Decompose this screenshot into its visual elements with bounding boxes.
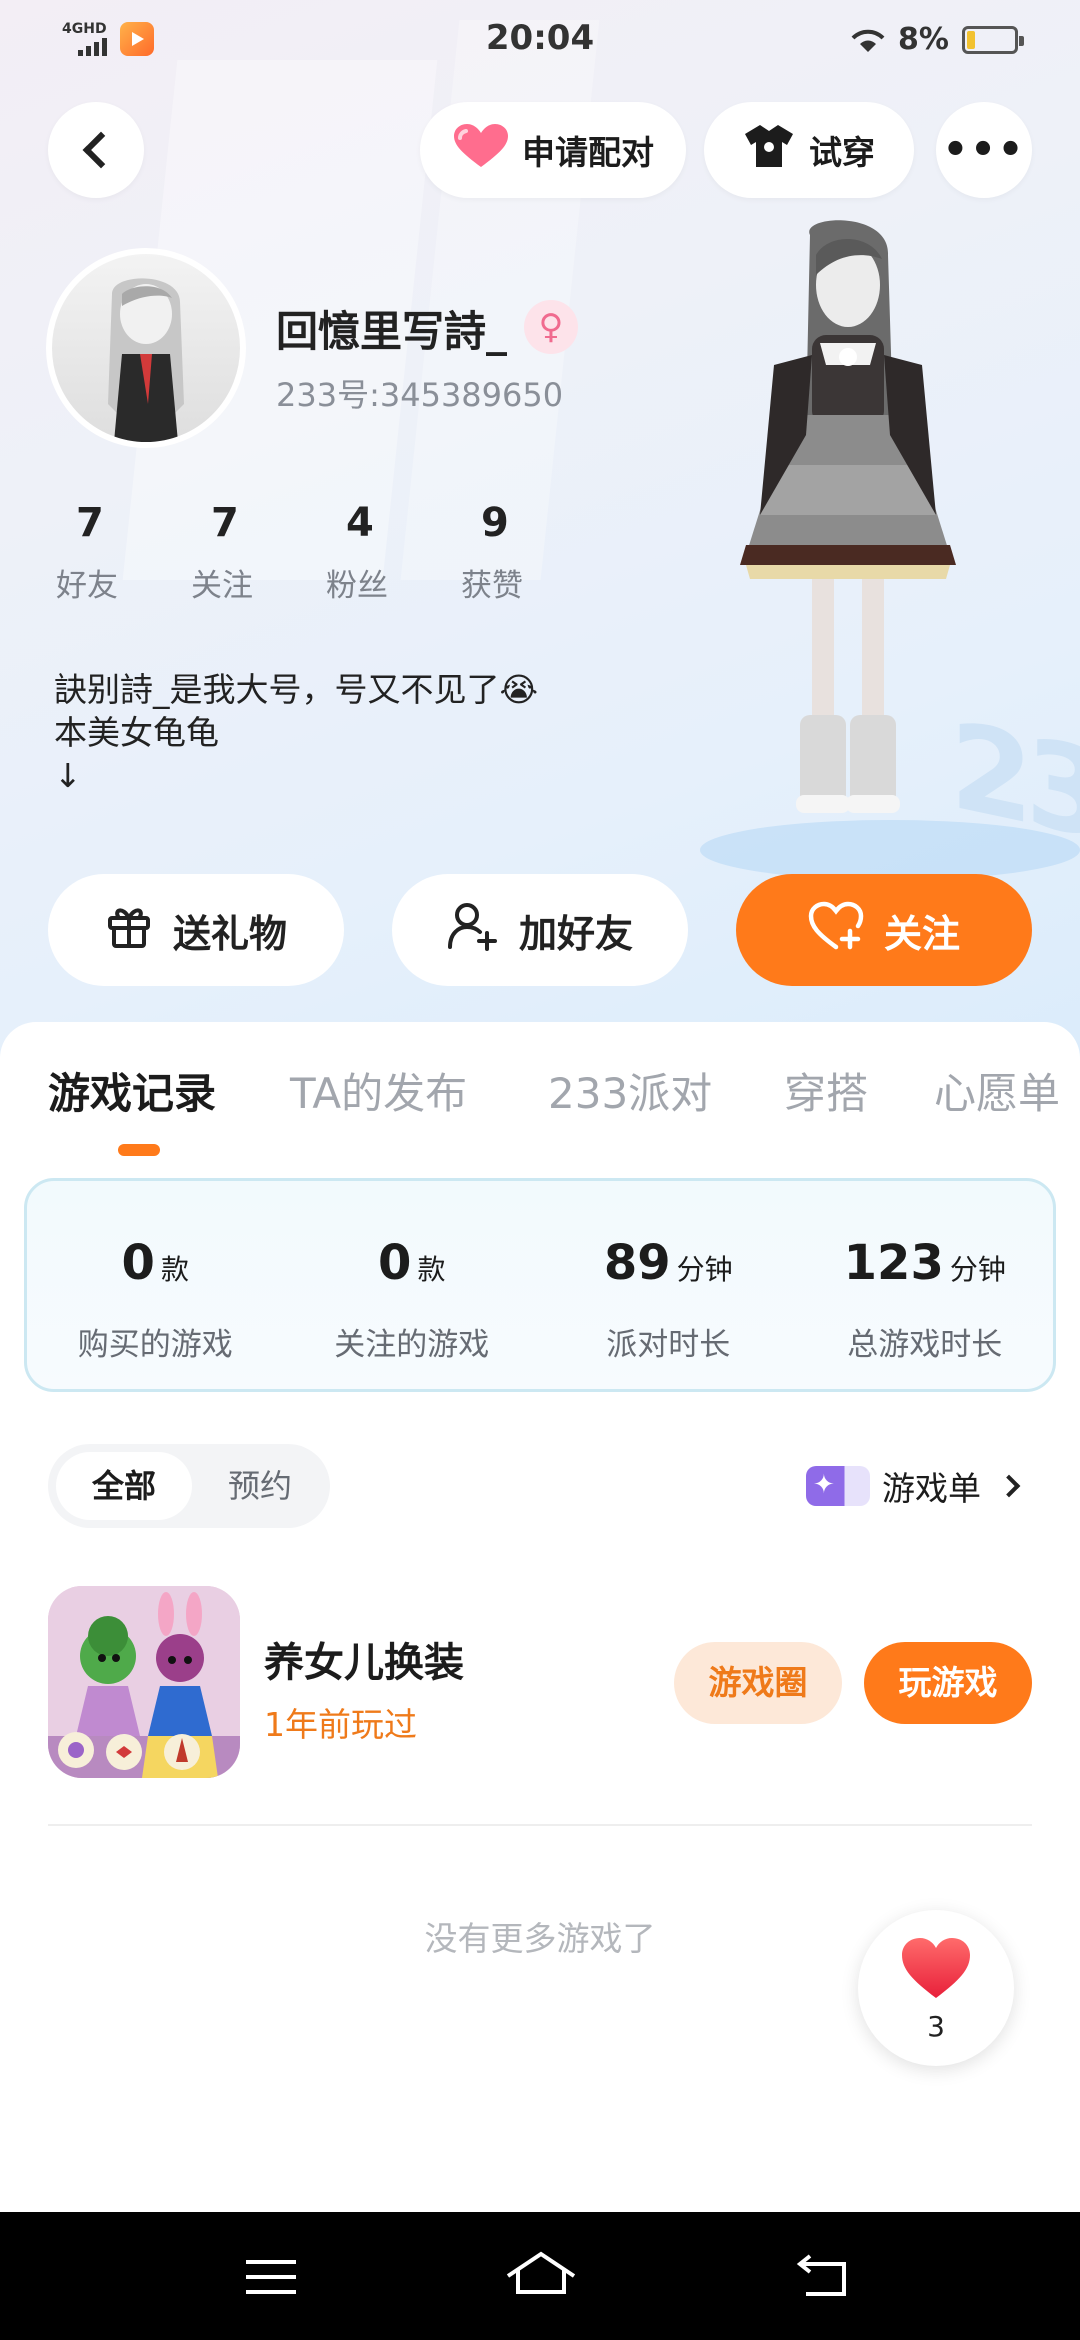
tab-posts[interactable]: TA的发布 bbox=[290, 1060, 467, 1121]
stat-label: 关注的游戏 bbox=[334, 1327, 490, 1363]
tab-party[interactable]: 233派对 bbox=[548, 1060, 712, 1121]
status-bar: 4GHD 20:04 8% bbox=[0, 0, 1080, 84]
stat-friends[interactable]: 7 好友 bbox=[40, 500, 175, 605]
stat-party-duration[interactable]: 89 分钟 派对时长 bbox=[540, 1181, 797, 1389]
user-id: 233号:345389650 bbox=[276, 376, 564, 414]
list-item[interactable]: 养女儿换装 1年前玩过 游戏圈 玩游戏 bbox=[48, 1586, 1032, 1778]
sparkle-icon bbox=[806, 1466, 870, 1506]
stat-label: 购买的游戏 bbox=[77, 1327, 233, 1363]
profile-bio: 訣别詩_是我大号，号又不见了😭 本美女龟龟 ↓ bbox=[54, 670, 539, 795]
filter-all[interactable]: 全部 bbox=[56, 1452, 192, 1520]
send-gift-button[interactable]: 送礼物 bbox=[48, 874, 344, 986]
return-icon[interactable] bbox=[794, 2252, 854, 2304]
stat-label: 获赞 bbox=[461, 568, 523, 604]
pair-request-label: 申请配对 bbox=[522, 133, 654, 172]
stat-label: 好友 bbox=[56, 568, 118, 604]
game-thumbnail bbox=[48, 1586, 240, 1778]
stat-unit: 分钟 bbox=[676, 1253, 733, 1286]
back-button[interactable] bbox=[48, 102, 144, 198]
stat-label: 关注 bbox=[191, 568, 253, 604]
stat-value: 123 bbox=[843, 1235, 944, 1291]
stat-value: 7 bbox=[211, 500, 239, 546]
tab-wishlist[interactable]: 心愿单 bbox=[934, 1060, 1060, 1121]
shirt-icon bbox=[743, 123, 795, 177]
system-navigation-bar bbox=[0, 2212, 1080, 2340]
stat-unit: 款 bbox=[417, 1253, 446, 1286]
avatar[interactable] bbox=[46, 248, 246, 448]
stat-likes[interactable]: 9 获赞 bbox=[445, 500, 580, 605]
stat-label: 总游戏时长 bbox=[847, 1327, 1003, 1363]
menu-icon[interactable] bbox=[246, 2260, 296, 2294]
add-friend-label: 加好友 bbox=[518, 911, 633, 956]
chevron-right-icon bbox=[997, 1474, 1021, 1498]
filter-reserved[interactable]: 预约 bbox=[198, 1452, 322, 1520]
more-icon: ••• bbox=[942, 127, 1026, 173]
stat-value: 89 bbox=[603, 1235, 671, 1291]
home-icon[interactable] bbox=[504, 2250, 578, 2308]
try-on-button[interactable]: 试穿 bbox=[704, 102, 914, 198]
heart-plus-icon bbox=[808, 901, 864, 960]
stat-unit: 款 bbox=[160, 1253, 189, 1286]
stat-value: 9 bbox=[481, 500, 509, 546]
battery-icon bbox=[962, 26, 1024, 54]
stat-value: 4 bbox=[346, 500, 374, 546]
stat-followed-games[interactable]: 0款 关注的游戏 bbox=[284, 1181, 541, 1389]
send-gift-label: 送礼物 bbox=[172, 911, 287, 956]
follow-button[interactable]: 关注 bbox=[736, 874, 1032, 986]
nickname: 回憶里写詩_ bbox=[276, 307, 508, 356]
profile-tabs: 游戏记录 TA的发布 233派对 穿搭 心愿单 bbox=[0, 1060, 1080, 1140]
heart-icon bbox=[900, 1936, 972, 2004]
avatar-character-figure[interactable] bbox=[700, 215, 1000, 835]
battery-percent: 8% bbox=[898, 22, 949, 57]
stat-value: 7 bbox=[76, 500, 104, 546]
tab-outfits[interactable]: 穿搭 bbox=[784, 1060, 868, 1121]
stat-label: 派对时长 bbox=[606, 1327, 731, 1363]
gift-icon bbox=[105, 902, 153, 959]
game-filter-toggle: 全部 预约 bbox=[48, 1444, 330, 1528]
like-count: 3 bbox=[927, 2010, 945, 2043]
pair-request-button[interactable]: 申请配对 bbox=[420, 102, 686, 198]
add-friend-button[interactable]: 加好友 bbox=[392, 874, 688, 986]
stat-total-play-time[interactable]: 123 分钟 总游戏时长 bbox=[797, 1181, 1054, 1389]
follow-label: 关注 bbox=[883, 911, 960, 956]
game-last-played: 1年前玩过 bbox=[264, 1705, 417, 1744]
game-stats-card: 0款 购买的游戏 0款 关注的游戏 89 分钟 派对时长 123 分钟 总游戏时长 bbox=[24, 1178, 1056, 1392]
stat-unit: 分钟 bbox=[949, 1253, 1006, 1286]
try-on-label: 试穿 bbox=[809, 133, 875, 172]
play-game-button[interactable]: 玩游戏 bbox=[864, 1642, 1032, 1724]
game-list-link[interactable]: 游戏单 bbox=[806, 1462, 1021, 1510]
stat-purchased-games[interactable]: 0款 购买的游戏 bbox=[27, 1181, 284, 1389]
more-button[interactable]: ••• bbox=[936, 102, 1032, 198]
like-button[interactable]: 3 bbox=[858, 1910, 1014, 2066]
heart-icon bbox=[452, 123, 510, 177]
tab-game-records[interactable]: 游戏记录 bbox=[48, 1060, 216, 1121]
wifi-icon bbox=[848, 26, 888, 63]
game-title: 养女儿换装 bbox=[264, 1640, 464, 1686]
profile-stats: 7 好友 7 关注 4 粉丝 9 获赞 bbox=[40, 500, 580, 605]
back-icon bbox=[82, 131, 120, 169]
stat-following[interactable]: 7 关注 bbox=[175, 500, 310, 605]
add-user-icon bbox=[447, 901, 499, 960]
stat-value: 0 bbox=[378, 1235, 412, 1291]
stat-value: 0 bbox=[121, 1235, 155, 1291]
game-circle-button[interactable]: 游戏圈 bbox=[674, 1642, 842, 1724]
game-list-label: 游戏单 bbox=[882, 1469, 981, 1508]
stat-label: 粉丝 bbox=[326, 568, 388, 604]
stat-fans[interactable]: 4 粉丝 bbox=[310, 500, 445, 605]
divider bbox=[48, 1824, 1032, 1826]
active-tab-indicator bbox=[118, 1144, 160, 1156]
female-gender-icon: ♀ bbox=[524, 300, 578, 354]
